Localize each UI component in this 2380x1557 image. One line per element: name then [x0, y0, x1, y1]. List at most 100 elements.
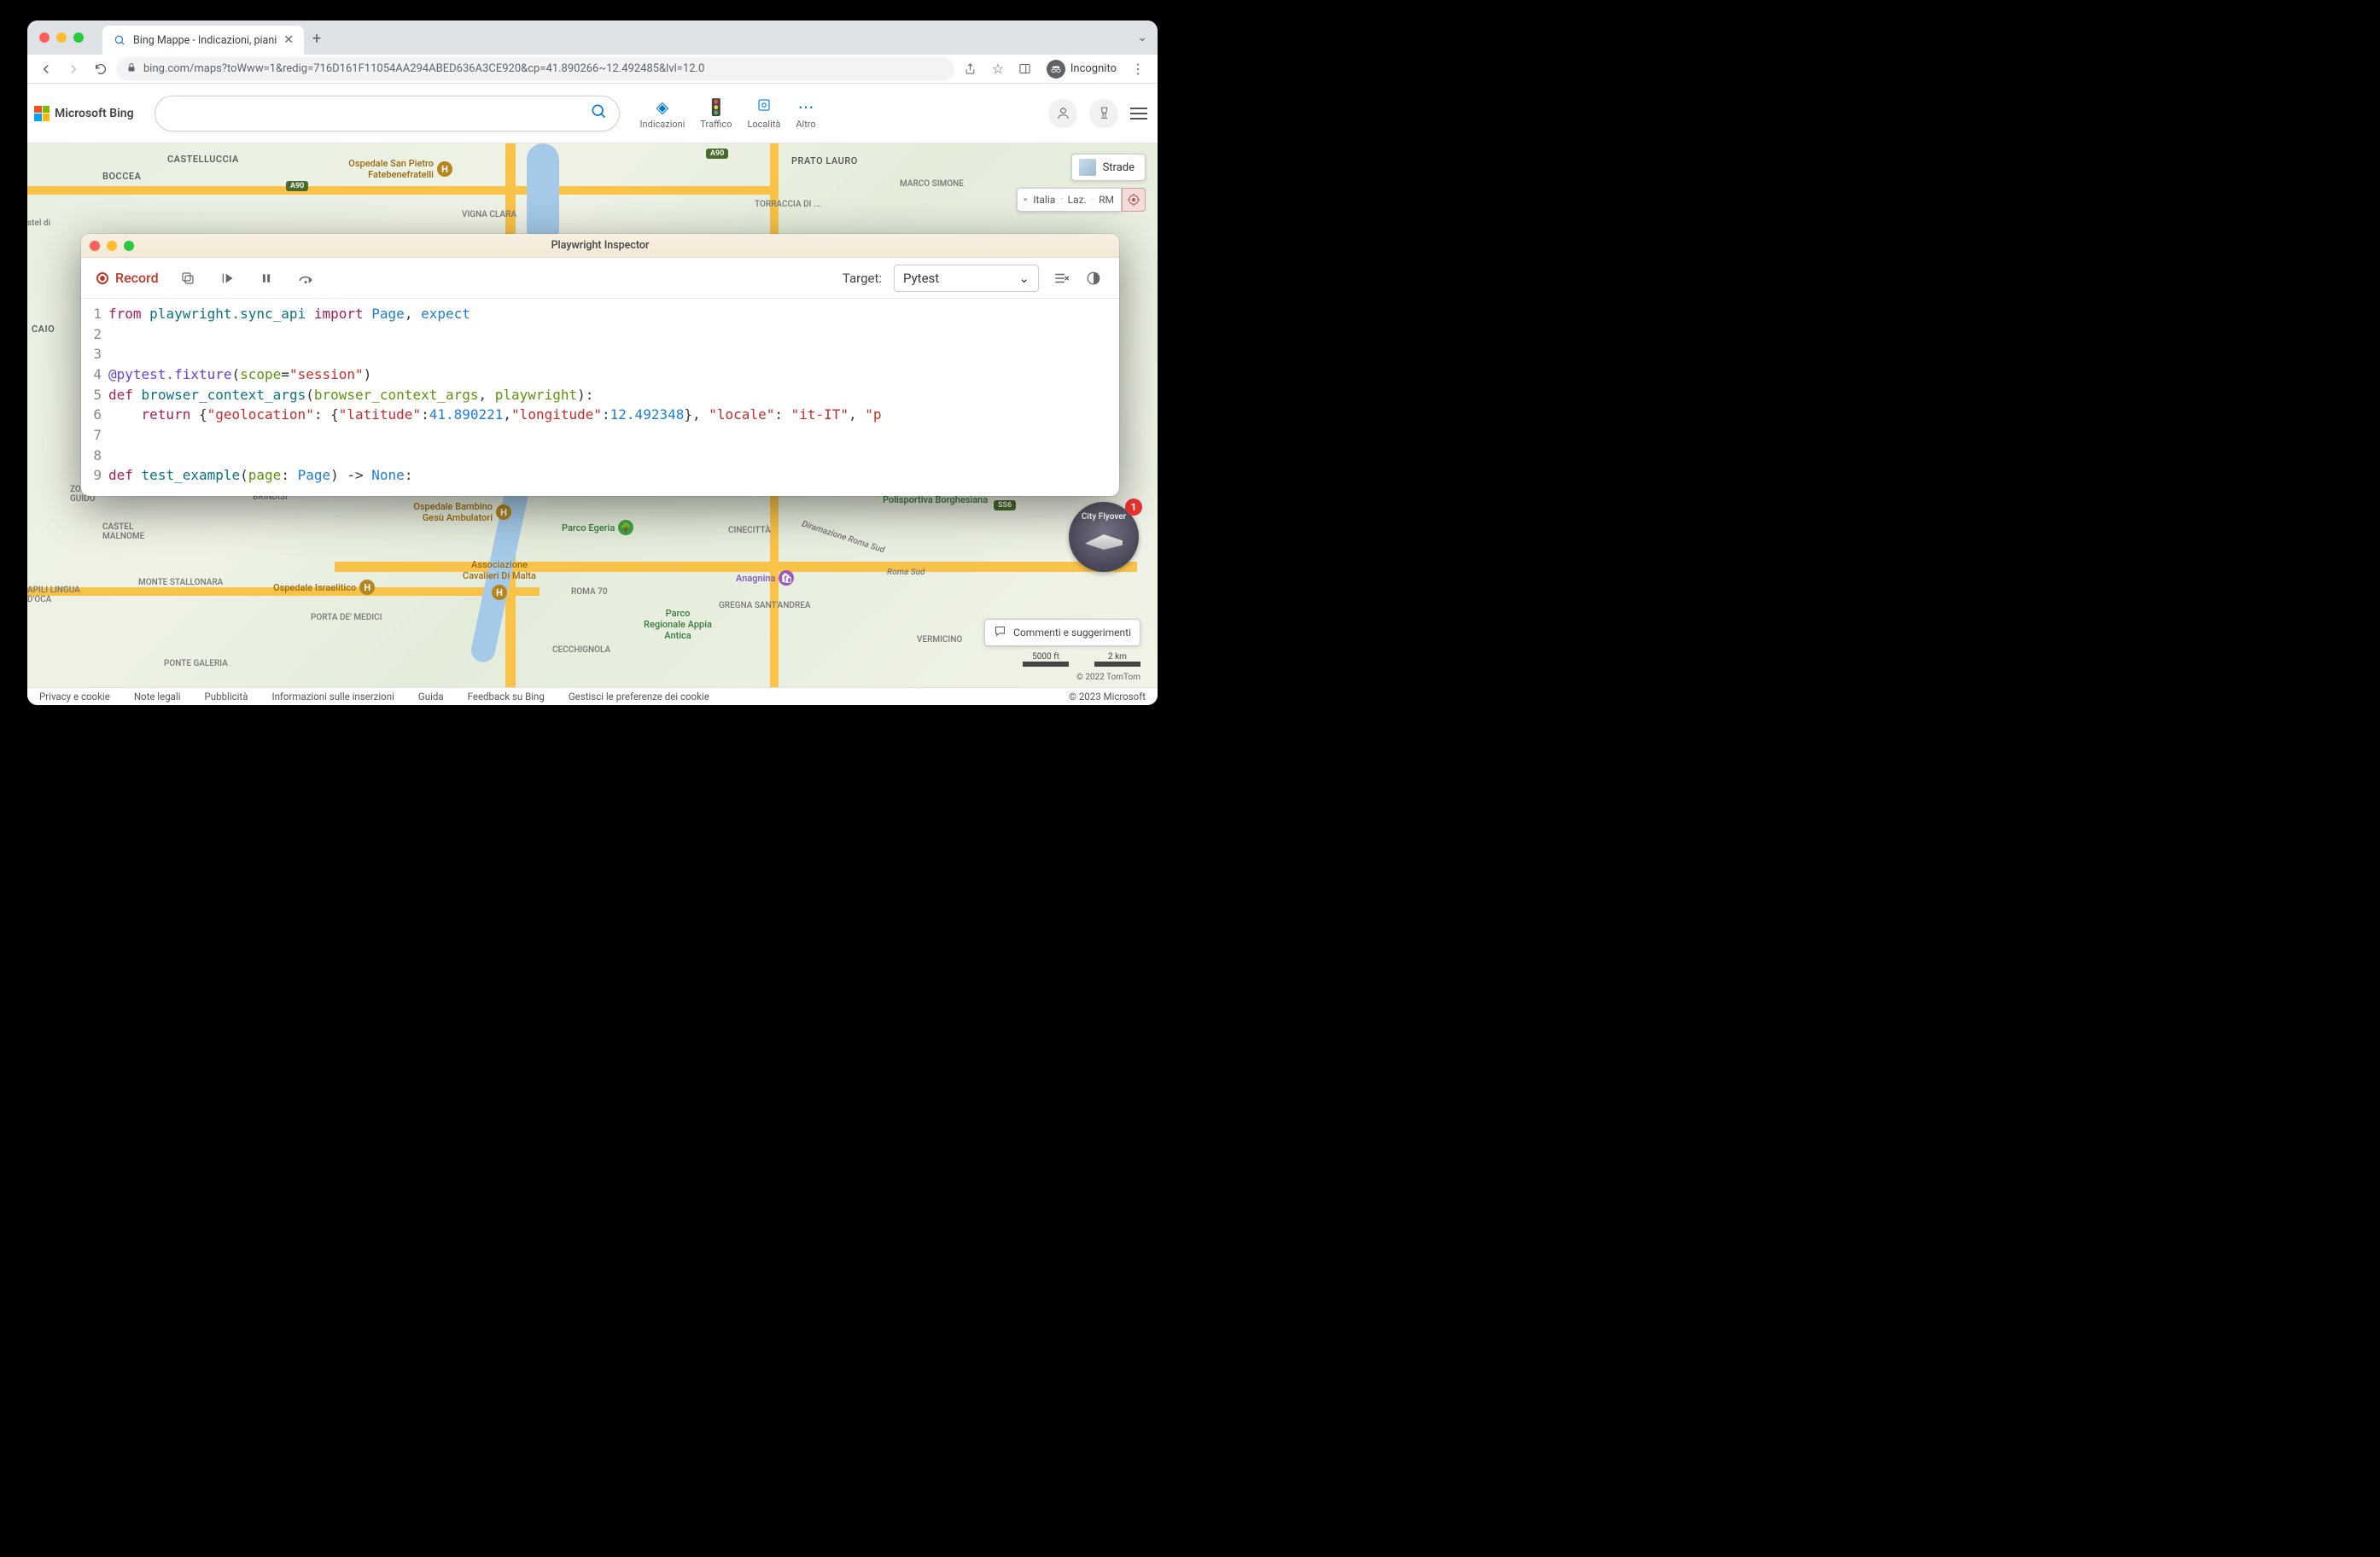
- profile-button[interactable]: [1048, 99, 1077, 128]
- inspector-titlebar[interactable]: Playwright Inspector: [81, 234, 1119, 258]
- feedback-button[interactable]: Commenti e suggerimenti: [984, 619, 1140, 646]
- footer-guide[interactable]: Guida: [418, 691, 444, 703]
- breadcrumb-item[interactable]: Italia: [1033, 194, 1055, 206]
- traffic-button[interactable]: 🚦 Traffico: [700, 97, 732, 130]
- comment-icon: [994, 625, 1006, 640]
- menu-button[interactable]: [1130, 108, 1147, 120]
- footer-adinfo[interactable]: Informazioni sulle inserzioni: [271, 691, 394, 703]
- traffic-label: Traffico: [700, 119, 732, 130]
- search-icon[interactable]: [590, 102, 607, 124]
- copy-button[interactable]: [178, 271, 198, 286]
- map-poi[interactable]: Parco Egeria 🌳: [562, 520, 633, 535]
- poi-label: Anagnina: [736, 573, 775, 584]
- footer-cookies[interactable]: Gestisci le preferenze dei cookie: [569, 691, 709, 703]
- map-label: Roma Sud: [887, 568, 925, 577]
- map-label: MONTE STALLONARA: [138, 578, 223, 587]
- road-badge: SS6: [994, 500, 1016, 510]
- poi-label: Ospedale Bambino Gesù Ambulatori: [390, 501, 493, 523]
- resume-button[interactable]: [217, 271, 237, 285]
- poi-label: Ospedale Israelitico: [273, 582, 356, 593]
- hospital-icon: H: [437, 161, 452, 177]
- search-input[interactable]: [167, 107, 590, 120]
- more-button[interactable]: ⋯ Altro: [796, 97, 815, 130]
- map-poi[interactable]: Ospedale San Pietro Fatebenefratelli H: [323, 158, 452, 180]
- location-breadcrumb[interactable]: ▸ Italia · Laz. · RM: [1017, 188, 1122, 212]
- map-poi[interactable]: Parco Regionale Appia Antica: [644, 608, 712, 641]
- map-label: BOCCEA: [102, 171, 141, 182]
- share-icon[interactable]: [958, 57, 983, 81]
- footer-privacy[interactable]: Privacy e cookie: [39, 691, 110, 703]
- poi-label: Parco Egeria: [562, 522, 615, 534]
- footer-legal[interactable]: Note legali: [134, 691, 181, 703]
- map-label: CASTEL MALNOME: [102, 522, 171, 541]
- bookmark-icon[interactable]: ☆: [985, 57, 1011, 81]
- breadcrumb-item[interactable]: Laz.: [1068, 194, 1087, 206]
- road: [27, 186, 779, 195]
- map-label: TORRACCIA DI ...: [755, 200, 820, 209]
- record-button[interactable]: Record: [96, 270, 159, 286]
- city-flyover-button[interactable]: City Flyover 1: [1069, 502, 1139, 572]
- chevron-down-icon: ⌄: [1018, 271, 1030, 286]
- fullscreen-window-icon[interactable]: [124, 241, 134, 251]
- record-icon: [96, 272, 108, 284]
- back-button[interactable]: [34, 57, 58, 81]
- pause-button[interactable]: [256, 271, 277, 285]
- map-poi[interactable]: Anagnina 🛍: [736, 570, 794, 586]
- clear-log-button[interactable]: [1051, 271, 1071, 285]
- breadcrumb-item[interactable]: RM: [1099, 194, 1114, 206]
- scale-ft: 5000 ft: [1032, 652, 1059, 662]
- theme-toggle-button[interactable]: [1083, 271, 1104, 286]
- rewards-button[interactable]: [1089, 99, 1118, 128]
- map-poi[interactable]: Associazione Cavalieri Di Malta H: [452, 559, 546, 600]
- map-style-label: Strade: [1103, 161, 1135, 174]
- tabs-dropdown-icon[interactable]: ⌄: [1137, 31, 1147, 44]
- step-over-button[interactable]: [295, 272, 316, 284]
- panel-icon[interactable]: [1012, 57, 1038, 81]
- local-button[interactable]: Località: [747, 97, 780, 130]
- search-box[interactable]: [155, 96, 620, 131]
- inspector-toolbar: Record Target: Pytest ⌄: [81, 258, 1119, 299]
- bing-logo[interactable]: Microsoft Bing: [34, 106, 134, 121]
- close-window-icon[interactable]: [90, 241, 100, 251]
- map-poi[interactable]: Ospedale Bambino Gesù Ambulatori H: [390, 501, 511, 523]
- fullscreen-window-icon[interactable]: [73, 32, 84, 43]
- minimize-window-icon[interactable]: [107, 241, 117, 251]
- road-badge: A90: [706, 149, 728, 159]
- road-badge: A90: [286, 181, 308, 191]
- new-tab-button[interactable]: +: [312, 30, 321, 48]
- bing-logo-text: Microsoft Bing: [55, 107, 134, 120]
- map-poi[interactable]: Ospedale Israelitico H: [273, 580, 375, 595]
- local-label: Località: [747, 119, 780, 130]
- map-label: ROMA 70: [571, 587, 608, 597]
- footer-copyright: © 2023 Microsoft: [1069, 691, 1146, 703]
- locate-me-button[interactable]: [1122, 188, 1146, 212]
- flyover-badge: 1: [1125, 499, 1142, 516]
- map-label: PORTA DE' MEDICI: [311, 613, 382, 622]
- inspector-toolbar-right: Target: Pytest ⌄: [843, 265, 1104, 292]
- address-bar[interactable]: bing.com/maps?toWww=1&redig=716D161F1105…: [116, 57, 954, 81]
- map-style-button[interactable]: Strade: [1071, 154, 1146, 181]
- code-editor[interactable]: 1 2 3 4 5 6 7 8 9 from playwright.sync_a…: [81, 299, 1119, 496]
- map-label: CECCHIGNOLA: [552, 645, 610, 655]
- bing-footer: Privacy e cookie Note legali Pubblicità …: [27, 687, 1158, 705]
- directions-icon: ◈: [656, 97, 669, 117]
- code-content[interactable]: from playwright.sync_api import Page, ex…: [108, 299, 1119, 496]
- reload-button[interactable]: [89, 57, 113, 81]
- target-select[interactable]: Pytest ⌄: [894, 265, 1039, 292]
- close-tab-icon[interactable]: ✕: [283, 33, 294, 47]
- footer-ads[interactable]: Pubblicità: [205, 691, 248, 703]
- chrome-menu-icon[interactable]: ⋮: [1125, 57, 1151, 81]
- footer-feedback[interactable]: Feedback su Bing: [468, 691, 545, 703]
- hospital-icon: H: [359, 580, 375, 595]
- directions-label: Indicazioni: [640, 119, 685, 130]
- hospital-icon: H: [496, 504, 511, 520]
- map-style-thumb-icon: [1079, 159, 1096, 176]
- incognito-icon: [1047, 60, 1065, 79]
- directions-button[interactable]: ◈ Indicazioni: [640, 97, 685, 130]
- browser-tab[interactable]: Bing Mappe - Indicazioni, piani ✕: [102, 26, 304, 55]
- close-window-icon[interactable]: [39, 32, 50, 43]
- inspector-window-controls: [90, 241, 134, 251]
- map-label: PRATO LAURO: [791, 155, 858, 166]
- minimize-window-icon[interactable]: [56, 32, 67, 43]
- map-scale: 5000 ft 2 km: [1023, 652, 1140, 667]
